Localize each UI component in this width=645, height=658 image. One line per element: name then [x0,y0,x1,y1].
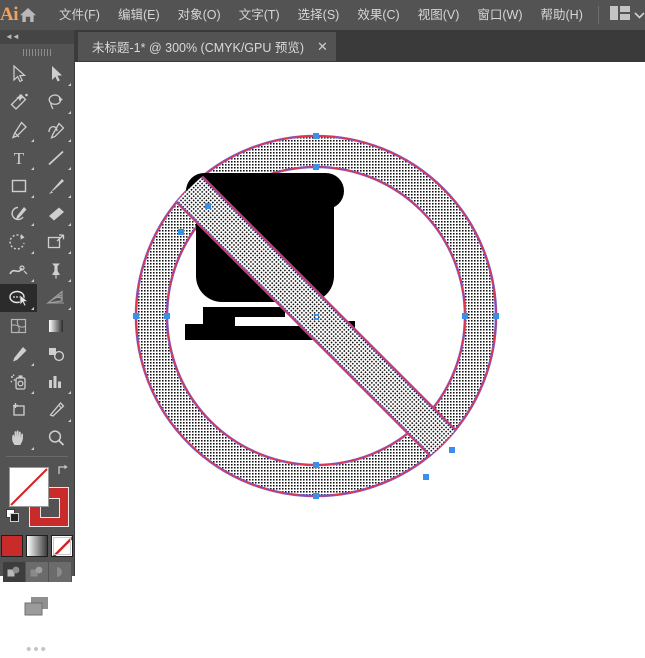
eyedropper-tool[interactable] [0,340,37,368]
shaper-tool[interactable] [0,200,37,228]
selection-tool[interactable] [0,60,37,88]
default-fill-stroke-icon[interactable] [6,509,20,523]
drag-grip-icon[interactable] [0,44,74,60]
tool-grid: T [0,60,74,452]
anchor-point [313,493,319,499]
blend-tool[interactable] [37,340,74,368]
menu-effect[interactable]: 效果(C) [348,0,408,30]
anchor-point [462,313,468,319]
none-slash-icon [52,536,73,557]
lasso-tool[interactable] [37,88,74,116]
document-tab-title: 未标题-1* @ 300% (CMYK/GPU 预览) [92,37,304,56]
zoom-tool[interactable] [37,424,74,452]
fill-stroke-controls [0,461,74,533]
free-transform-tool[interactable] [37,256,74,284]
draw-inside-icon [53,566,67,578]
artwork-no-scroll-sign [75,62,645,576]
mesh-tool[interactable] [0,312,37,340]
tools-panel: ◄◄ [0,30,75,576]
menu-help[interactable]: 帮助(H) [532,0,592,30]
edit-toolbar-button[interactable]: ••• [0,642,74,657]
screen-mode-icon [22,594,52,618]
pen-tool[interactable] [0,116,37,144]
none-slash-icon [10,468,48,506]
menu-view[interactable]: 视图(V) [409,0,469,30]
menubar-right-group [592,0,645,30]
draw-mode-row [0,562,74,582]
draw-behind-button[interactable] [26,562,49,582]
draw-behind-icon [30,566,44,578]
menu-edit[interactable]: 编辑(E) [109,0,169,30]
width-tool[interactable] [0,256,37,284]
workspace-switcher[interactable] [605,6,645,25]
anchor-point [313,133,319,139]
app-logo: Ai [0,0,18,30]
draw-normal-button[interactable] [3,562,26,582]
anchor-point [178,229,184,235]
none-mode-button[interactable] [51,535,73,557]
anchor-point [313,462,319,468]
svg-text:T: T [13,149,24,168]
document-tab-bar: 未标题-1* @ 300% (CMYK/GPU 预览) ✕ [75,30,645,62]
menu-window[interactable]: 窗口(W) [468,0,531,30]
menu-file[interactable]: 文件(F) [50,0,109,30]
direct-selection-tool[interactable] [37,60,74,88]
fill-swatch[interactable] [9,467,49,507]
tools-panel-header[interactable]: ◄◄ [0,30,74,44]
type-tool[interactable]: T [0,144,37,172]
prohibition-ring [75,62,645,576]
anchor-point [313,164,319,170]
anchor-point [133,313,139,319]
menu-select[interactable]: 选择(S) [289,0,349,30]
eraser-tool[interactable] [37,200,74,228]
menu-item-list: 文件(F) 编辑(E) 对象(O) 文字(T) 选择(S) 效果(C) 视图(V… [50,0,592,30]
curvature-pen-tool[interactable] [37,116,74,144]
swap-fill-stroke-icon[interactable] [56,463,70,477]
draw-inside-button[interactable] [49,562,72,582]
screen-mode-button[interactable] [0,594,74,618]
paintbrush-tool[interactable] [37,172,74,200]
symbol-sprayer-tool[interactable] [0,368,37,396]
menu-object[interactable]: 对象(O) [169,0,230,30]
scale-tool[interactable] [37,228,74,256]
document-tab[interactable]: 未标题-1* @ 300% (CMYK/GPU 预览) ✕ [78,32,336,61]
anchor-point [164,313,170,319]
color-mode-button[interactable] [1,535,23,557]
menu-type[interactable]: 文字(T) [230,0,289,30]
gradient-mode-button[interactable] [26,535,48,557]
double-chevron-left-icon[interactable]: ◄◄ [5,33,19,41]
menu-divider-right [598,6,599,24]
anchor-point [449,447,455,453]
hand-tool[interactable] [0,424,37,452]
anchor-point [493,313,499,319]
tools-divider [6,456,68,457]
artboard-canvas[interactable] [75,62,645,576]
chevron-down-icon [634,6,645,24]
rotate-tool[interactable] [0,228,37,256]
magic-wand-tool[interactable] [0,88,37,116]
shape-builder-tool[interactable] [0,284,37,312]
illustrator-window: Ai 文件(F) 编辑(E) 对象(O) 文字(T) 选择(S) 效果(C) 视… [0,0,645,576]
menu-bar: Ai 文件(F) 编辑(E) 对象(O) 文字(T) 选择(S) 效果(C) 视… [0,0,645,30]
paint-mode-row [0,535,74,557]
draw-normal-icon [7,566,21,578]
close-icon[interactable]: ✕ [317,40,328,53]
artboard-tool[interactable] [0,396,37,424]
layout-panel-icon [610,6,630,25]
rectangle-tool[interactable] [0,172,37,200]
perspective-grid-tool[interactable] [37,284,74,312]
anchor-point [205,203,211,209]
line-segment-tool[interactable] [37,144,74,172]
home-icon[interactable] [18,0,38,30]
gradient-tool[interactable] [37,312,74,340]
slice-tool[interactable] [37,396,74,424]
column-graph-tool[interactable] [37,368,74,396]
anchor-point [423,474,429,480]
